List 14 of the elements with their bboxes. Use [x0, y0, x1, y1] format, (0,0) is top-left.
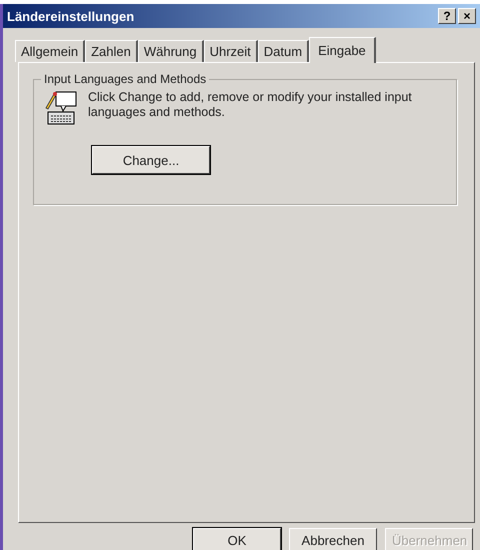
tab[interactable]: Uhrzeit [204, 40, 258, 62]
description-text: Click Change to add, remove or modify your installed input languages and methods. [88, 90, 413, 120]
cancel-button[interactable]: Abbrechen [289, 528, 377, 550]
tab[interactable]: Eingabe [309, 37, 376, 63]
keyboard-icon [44, 90, 78, 126]
group-title: Input Languages and Methods [41, 72, 210, 86]
tab[interactable]: Währung [138, 40, 204, 62]
tab[interactable]: Allgemein [15, 40, 86, 62]
change-button[interactable]: Change... [92, 146, 210, 174]
ok-button[interactable]: OK [193, 528, 281, 550]
window-title: Ländereinstellungen [7, 8, 134, 24]
close-button[interactable]: × [458, 8, 476, 24]
help-button[interactable]: ? [438, 8, 456, 24]
tab[interactable]: Zahlen [85, 40, 138, 62]
